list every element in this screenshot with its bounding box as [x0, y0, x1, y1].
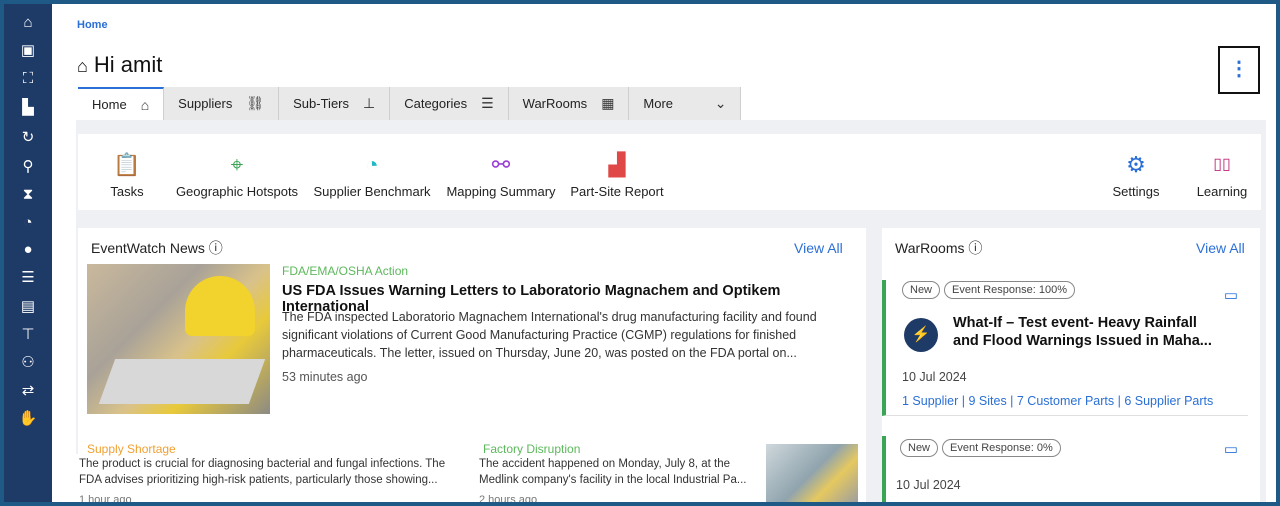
factory-icon: ▟	[608, 152, 626, 177]
eventwatch-news-panel: EventWatch News ⓘ View All FDA/EMA/OSHA …	[52, 228, 866, 502]
news-summary[interactable]: The product is crucial for diagnosing ba…	[79, 456, 467, 488]
chevron-down-icon: ⌄	[714, 95, 727, 111]
clipboard-icon: 📋	[113, 152, 141, 177]
list-icon[interactable]: ☰	[4, 265, 52, 291]
badge-group: New Event Response: 100%	[902, 280, 1079, 299]
status-badge: Event Response: 100%	[944, 281, 1075, 299]
news-category: Factory Disruption	[483, 442, 581, 456]
hourglass-icon[interactable]: ⧗	[4, 182, 52, 208]
sub-tier-icon: ⊥	[363, 95, 376, 111]
tab-more[interactable]: More ⌄	[629, 87, 742, 120]
tab-label: Categories	[404, 96, 468, 111]
warroom-title[interactable]: What-If – Test event- Heavy Rainfall and…	[953, 314, 1223, 350]
tab-label: Sub-Tiers	[293, 96, 350, 111]
refresh-icon[interactable]: ↻	[4, 125, 52, 151]
tab-label: Home	[92, 97, 127, 112]
page-title: ⌂ Hi amit	[77, 52, 162, 78]
news-image[interactable]	[87, 264, 270, 414]
news-summary: The FDA inspected Laboratorio Magnachem …	[282, 310, 817, 360]
badge-group: New Event Response: 0%	[900, 438, 1065, 457]
network-icon[interactable]: ⚇	[4, 350, 52, 376]
news-image[interactable]	[766, 444, 858, 502]
quick-link-label: Tasks	[110, 184, 144, 199]
tab-suppliers[interactable]: Suppliers ⛓	[164, 87, 280, 120]
quick-link-label: Supplier Benchmark	[313, 184, 431, 199]
tab-label: WarRooms	[522, 96, 588, 111]
warroom-date: 10 Jul 2024	[902, 370, 967, 384]
storm-icon: ⚡	[904, 318, 938, 352]
tab-home[interactable]: Home ⌂	[78, 87, 165, 120]
calendar-icon[interactable]: ▣	[4, 38, 52, 64]
warroom-links[interactable]: 1 Supplier | 9 Sites | 7 Customer Parts …	[902, 394, 1213, 408]
panel-title: WarRooms ⓘ	[895, 240, 983, 256]
home-icon: ⌂	[77, 56, 88, 76]
mapping-icon: ⚯	[491, 152, 511, 177]
breadcrumb[interactable]: Home	[77, 19, 108, 31]
quick-links-bar: 📋 Tasks ⌖ Geographic Hotspots ◔ Supplier Be…	[78, 134, 1261, 210]
greeting-text: Hi amit	[93, 52, 163, 77]
factory-icon[interactable]: ▙	[4, 95, 52, 121]
news-summary[interactable]: The accident happened on Monday, July 8,…	[479, 456, 759, 488]
tab-sub-tiers[interactable]: Sub-Tiers ⊥	[279, 87, 391, 120]
chat-icon[interactable]: ▭	[1224, 286, 1238, 304]
quick-link-settings[interactable]: ⚙ Settings	[1108, 152, 1164, 199]
org-icon[interactable]: ⊤	[4, 322, 52, 348]
gauge-icon: ◔	[365, 152, 379, 177]
supplier-icon: ⛓	[246, 95, 265, 111]
quick-link-label: Mapping Summary	[446, 184, 556, 199]
quick-link-label: Part-Site Report	[570, 184, 664, 199]
chat-icon[interactable]: ▭	[1224, 440, 1238, 458]
tab-label: More	[643, 96, 674, 111]
book-icon: ▯▯	[1213, 156, 1231, 173]
tab-label: Suppliers	[178, 96, 233, 111]
view-all-warrooms-link[interactable]: View All	[1196, 240, 1245, 256]
news-timestamp: 53 minutes ago	[282, 370, 368, 384]
warrooms-panel: WarRooms ⓘ View All New Event Response: 1…	[882, 228, 1260, 502]
quick-link-part-site-report[interactable]: ▟ Part-Site Report	[569, 152, 665, 199]
news-list: Supply Shortage The product is crucial f…	[52, 442, 839, 502]
status-badge: Event Response: 0%	[942, 439, 1061, 457]
dashboard-content: 📋 Tasks ⌖ Geographic Hotspots ◔ Supplier Be…	[52, 120, 1266, 502]
home-icon: ⌂	[140, 96, 150, 113]
sidebar: ⌂ ▣ ⛶ ▙ ↻ ⚲ ⧗ ◔ ● ☰ ▤ ⊤ ⚇ ⇄ ✋	[4, 4, 52, 502]
tab-warrooms[interactable]: WarRooms ▦	[509, 87, 630, 120]
calendar-icon: ▦	[601, 95, 615, 111]
quick-link-geographic-hotspots[interactable]: ⌖ Geographic Hotspots	[174, 152, 300, 199]
location-icon: ⌖	[230, 152, 244, 177]
warroom-date: 10 Jul 2024	[896, 478, 961, 492]
quick-link-label: Settings	[1112, 184, 1160, 199]
status-badge: New	[902, 281, 941, 299]
swap-icon[interactable]: ⇄	[4, 378, 52, 404]
more-options-button[interactable]: ⋮	[1218, 46, 1260, 94]
news-timestamp: 1 hour ago	[79, 494, 132, 502]
hand-icon[interactable]: ✋	[4, 406, 52, 432]
panel-title: EventWatch News ⓘ	[91, 240, 223, 256]
gauge-icon[interactable]: ◔	[4, 210, 52, 236]
search-icon[interactable]: ⚲	[4, 154, 52, 180]
quick-link-tasks[interactable]: 📋 Tasks	[102, 152, 152, 199]
gear-icon: ⚙	[1126, 152, 1146, 177]
clipboard-icon[interactable]: ▤	[4, 294, 52, 320]
view-all-news-link[interactable]: View All	[794, 240, 843, 256]
tab-bar: Home ⌂ Suppliers ⛓ Sub-Tiers ⊥ Categories ☰ …	[78, 87, 742, 120]
news-category: Supply Shortage	[87, 442, 176, 456]
main-area: Home ⌂ Hi amit ⋮ Home ⌂ Suppliers ⛓ Sub-Tie…	[52, 4, 1276, 502]
user-icon[interactable]: ●	[4, 237, 52, 263]
quick-link-label: Geographic Hotspots	[175, 184, 299, 199]
laptop-shape	[98, 359, 266, 404]
list-icon: ☰	[481, 95, 494, 111]
quick-link-label: Learning	[1196, 184, 1248, 199]
quick-link-learning[interactable]: ▯▯ Learning	[1192, 152, 1252, 199]
news-category: FDA/EMA/OSHA Action	[282, 264, 409, 278]
quick-link-mapping-summary[interactable]: ⚯ Mapping Summary	[444, 152, 558, 199]
warroom-card[interactable]: New Event Response: 100% ▭ ⚡ What-If – Te…	[882, 280, 1248, 416]
tab-categories[interactable]: Categories ☰	[390, 87, 509, 120]
warroom-card[interactable]: New Event Response: 0% ▭ 10 Jul 2024	[882, 436, 1248, 502]
hierarchy-icon[interactable]: ⛶	[4, 66, 52, 92]
quick-link-supplier-benchmark[interactable]: ◔ Supplier Benchmark	[312, 152, 432, 199]
status-badge: New	[900, 439, 939, 457]
home-icon[interactable]: ⌂	[4, 10, 52, 36]
helmet-shape	[185, 276, 255, 336]
news-timestamp: 2 hours ago	[479, 494, 538, 502]
